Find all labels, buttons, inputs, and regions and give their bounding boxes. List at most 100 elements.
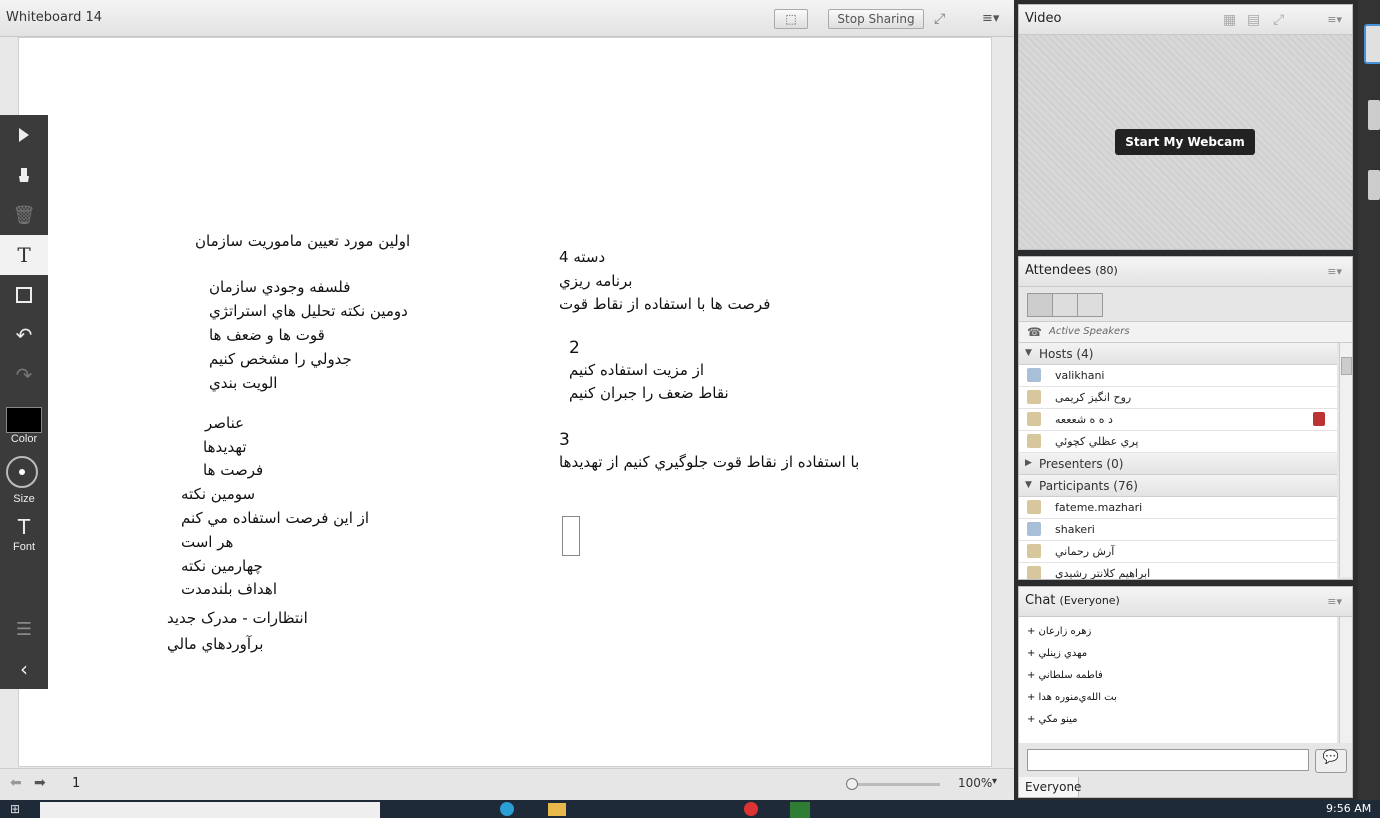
grid-view-icon[interactable]: ▦ <box>1223 12 1236 28</box>
video-title: Video <box>1025 11 1062 26</box>
pod-menu-icon[interactable]: ≡▾ <box>982 11 999 26</box>
wb-text-line[interactable]: چهارمین نکته <box>181 557 263 575</box>
wb-text-line[interactable]: هر است <box>181 533 233 551</box>
chat-recipient-tab[interactable]: Everyone <box>1019 777 1081 797</box>
list-item[interactable]: ابراهیم کلانتر رشیدي <box>1019 563 1337 579</box>
folder-icon[interactable] <box>548 803 566 816</box>
wb-text-line[interactable]: فلسفه وجودي سازمان <box>209 278 350 296</box>
layout-icon[interactable] <box>1368 170 1380 200</box>
wb-text-line[interactable]: با استفاده از نقاط قوت جلوگیري کنیم از ت… <box>559 453 859 471</box>
presenters-group[interactable]: ▶ Presenters (0) <box>1019 453 1337 475</box>
send-chat-icon[interactable]: 💬 <box>1315 749 1347 773</box>
whiteboard-canvas[interactable]: اولین مورد تعیین ماموریت سازمان فلسفه وج… <box>18 37 992 767</box>
list-item[interactable]: پري عظلي کچوئي <box>1019 431 1337 453</box>
fullscreen-icon[interactable]: ⤢ <box>1273 12 1284 28</box>
list-item[interactable]: ﺩ ﻩ ﻩ ﺷﻌﻌﻌﻪ <box>1019 409 1337 431</box>
size-picker[interactable] <box>6 456 38 488</box>
list-item[interactable]: fateme.mazhari <box>1019 497 1337 519</box>
wb-text-line[interactable]: نقاط ضعف را جبران کنیم <box>569 384 729 402</box>
start-webcam-button[interactable]: Start My Webcam <box>1115 129 1255 155</box>
layers-icon[interactable]: ☰ <box>0 609 48 649</box>
erase-icon[interactable]: ⬚ <box>774 9 808 29</box>
wb-text-line[interactable]: الویت بندي <box>209 374 277 392</box>
whiteboard-footer: ⬅ ➡ 1 100% ▾ <box>0 768 1014 799</box>
undo-icon[interactable]: ↶ <box>0 315 48 355</box>
wb-text-line[interactable]: از مزیت استفاده کنیم <box>569 361 704 379</box>
collapse-toolbar-icon[interactable]: ‹ <box>0 649 48 689</box>
color-swatch[interactable] <box>6 407 42 433</box>
list-view-icon[interactable] <box>1027 293 1053 317</box>
wb-text-line[interactable]: عناصر <box>205 414 244 432</box>
layout-icon[interactable] <box>1368 100 1380 130</box>
wb-text-line[interactable]: فرصت ها <box>203 461 263 479</box>
video-pod: Video ▦ ▤ ⤢ ≡▾ Start My Webcam <box>1018 4 1353 250</box>
selection-tool-icon[interactable] <box>0 115 48 155</box>
attendees-header: Attendees (80) ≡▾ <box>1019 257 1352 287</box>
wb-text-line[interactable]: دومین نکته تحلیل هاي استراتژي <box>209 302 408 320</box>
shape-tool-icon[interactable] <box>0 275 48 315</box>
chat-message: مینو مکي + <box>1027 714 1078 725</box>
wb-text-line[interactable]: سومین نکته <box>181 485 255 503</box>
app-icon[interactable] <box>744 802 758 816</box>
chat-input[interactable] <box>1027 749 1309 771</box>
browser-icon[interactable] <box>500 802 514 816</box>
wb-text-line[interactable]: انتظارات - مدرک جدید <box>167 609 308 627</box>
wb-text-line[interactable]: 3 <box>559 430 570 450</box>
zoom-dropdown-icon[interactable]: ▾ <box>992 776 997 787</box>
hosts-group[interactable]: ▼ Hosts (4) <box>1019 343 1337 365</box>
wb-text-line[interactable]: برنامه ریزي <box>559 272 632 290</box>
pod-menu-icon[interactable]: ≡▾ <box>1327 13 1342 26</box>
chat-message: بت الله‌ي‌منوره هدا + <box>1027 692 1117 703</box>
wb-text-line[interactable]: اولین مورد تعیین ماموریت سازمان <box>195 232 410 250</box>
zoom-level[interactable]: 100% <box>958 776 992 790</box>
filmstrip-icon[interactable]: ▤ <box>1247 12 1260 28</box>
prev-page-icon[interactable]: ⬅ <box>10 775 22 791</box>
wb-text-line[interactable]: قوت ها و ضعف ها <box>209 326 325 344</box>
chat-message: فاطمه سلطاني + <box>1027 670 1103 681</box>
whiteboard-toolbar: 🗑 T ↶ ↷ Color Size T Font ☰ ‹ <box>0 115 48 689</box>
participants-group[interactable]: ▼ Participants (76) <box>1019 475 1337 497</box>
list-item[interactable]: آرش رحماني <box>1019 541 1337 563</box>
whiteboard-pod: Whiteboard 14 ⬚ Stop Sharing ⤢ ≡▾ اولین … <box>0 0 1014 800</box>
list-item[interactable]: shakeri <box>1019 519 1337 541</box>
active-speakers-label: Active Speakers <box>1049 326 1130 337</box>
whiteboard-title: Whiteboard 14 <box>6 10 103 25</box>
attendee-list[interactable]: ▼ Hosts (4) valikhani روح انگیز کریمی ﺩ ﻩ… <box>1019 343 1337 579</box>
pod-menu-icon[interactable]: ≡▾ <box>1327 595 1342 608</box>
chat-header: Chat (Everyone) ≡▾ <box>1019 587 1352 617</box>
status-view-icon[interactable] <box>1077 293 1103 317</box>
search-box[interactable] <box>40 802 380 818</box>
attendee-scrollbar[interactable] <box>1339 343 1352 577</box>
fullscreen-icon[interactable]: ⤢ <box>934 11 945 27</box>
wb-text-line[interactable]: 2 <box>569 338 580 358</box>
page-number: 1 <box>72 776 81 791</box>
marker-tool-icon[interactable] <box>0 155 48 195</box>
delete-icon[interactable]: 🗑 <box>0 195 48 235</box>
color-label: Color <box>10 433 38 445</box>
zoom-slider[interactable] <box>846 778 940 790</box>
start-icon[interactable]: ⊞ <box>10 802 20 816</box>
list-item[interactable]: valikhani <box>1019 365 1337 387</box>
redo-icon[interactable]: ↷ <box>0 355 48 395</box>
text-cursor-box[interactable] <box>562 516 580 556</box>
next-page-icon[interactable]: ➡ <box>34 775 46 791</box>
wb-text-line[interactable]: از این فرصت استفاده مي کنم <box>181 509 369 527</box>
video-header: Video ▦ ▤ ⤢ ≡▾ <box>1019 5 1352 35</box>
share-pod-icon[interactable] <box>1364 24 1380 64</box>
list-item[interactable]: روح انگیز کریمی <box>1019 387 1337 409</box>
wb-text-line[interactable]: جدولي را مشخص کنیم <box>209 350 352 368</box>
chat-messages: زهره زارعان + مهدي زينلي + فاطمه سلطاني … <box>1019 617 1337 743</box>
connect-app-icon[interactable] <box>790 802 810 818</box>
breakout-icon[interactable] <box>1052 293 1078 317</box>
wb-text-line[interactable]: اهداف بلندمدت <box>181 580 277 598</box>
text-tool-icon[interactable]: T <box>0 235 48 275</box>
chat-scrollbar[interactable] <box>1339 617 1352 743</box>
wb-text-line[interactable]: دسته 4 <box>559 248 605 266</box>
stop-sharing-button[interactable]: Stop Sharing <box>828 9 924 29</box>
wb-text-line[interactable]: برآوردهاي مالي <box>167 635 263 653</box>
attendees-pod: Attendees (80) ≡▾ ☎ Active Speakers ▼ Hos… <box>1018 256 1353 580</box>
wb-text-line[interactable]: تهدیدها <box>203 438 247 456</box>
wb-text-line[interactable]: فرصت ها با استفاده از نقاط قوت <box>559 295 770 313</box>
pod-menu-icon[interactable]: ≡▾ <box>1327 265 1342 278</box>
video-area: Start My Webcam <box>1019 35 1352 249</box>
